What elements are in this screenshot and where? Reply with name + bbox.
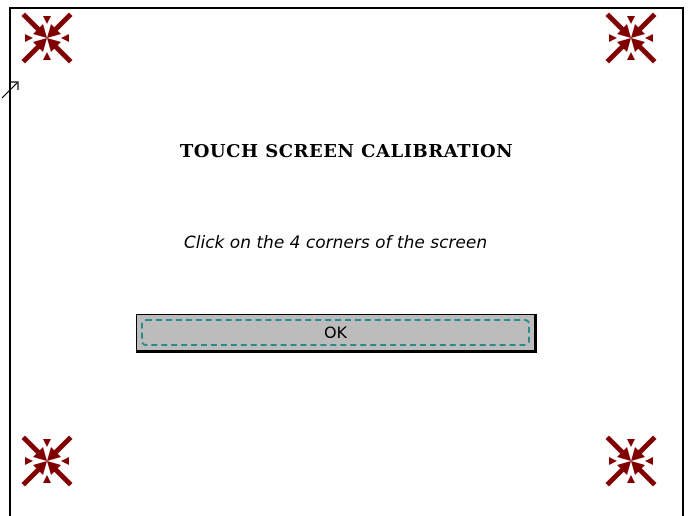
instruction-text: Click on the 4 corners of the screen	[183, 233, 488, 253]
calibration-target-bottom-right-icon[interactable]	[605, 435, 657, 487]
page-title: TOUCH SCREEN CALIBRATION	[179, 141, 514, 162]
calibration-screen	[9, 7, 684, 516]
ok-button[interactable]: OK	[136, 314, 537, 353]
calibration-target-top-left-icon[interactable]	[21, 12, 73, 64]
calibration-target-top-right-icon[interactable]	[605, 12, 657, 64]
mouse-pointer-icon	[0, 78, 22, 100]
ok-button-label: OK	[323, 323, 348, 342]
calibration-target-bottom-left-icon[interactable]	[21, 435, 73, 487]
